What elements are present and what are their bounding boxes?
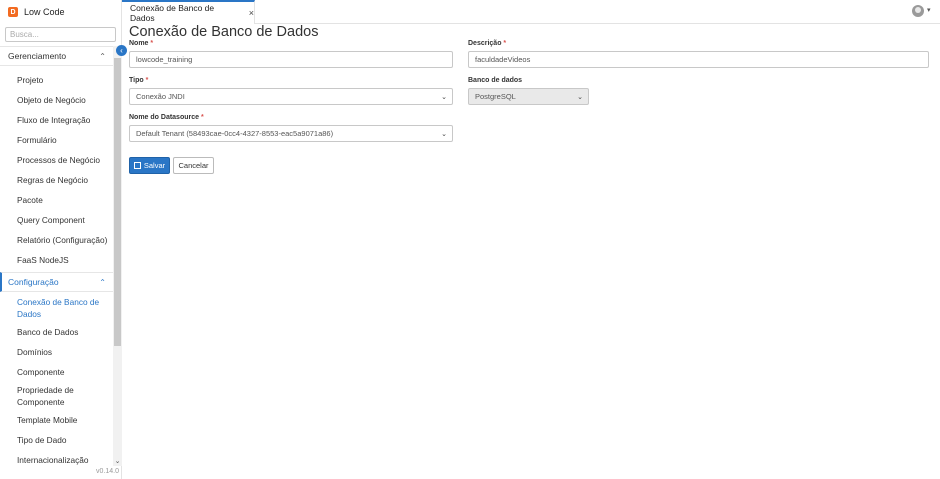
cancel-button[interactable]: Cancelar [173,157,214,174]
save-label: Salvar [143,161,166,170]
datasource-label: Nome do Datasource * [129,114,204,121]
tab-conexao-de-banco-de-dados[interactable]: Conexão de Banco de Dados × [122,0,255,24]
descricao-value: faculdadeVideos [475,55,531,64]
sidebar-item-relatorio[interactable]: Relatório (Configuração) [0,230,113,250]
scroll-down-icon[interactable]: ⌄ [113,457,122,465]
tipo-label-text: Tipo [129,77,144,84]
required-mark: * [503,40,507,47]
sidebar-item-formulario[interactable]: Formulário [0,130,113,150]
save-button[interactable]: Salvar [129,157,170,174]
tipo-label: Tipo * [129,77,148,84]
brand[interactable]: D Low Code [8,5,65,19]
close-icon[interactable]: × [249,8,254,18]
page-title: Conexão de Banco de Dados [129,24,319,40]
tab-bar: Conexão de Banco de Dados × [122,0,940,24]
nome-value: lowcode_training [136,55,193,64]
sidebar-item-componente[interactable]: Componente [0,362,113,382]
chevron-up-icon: ⌃ [99,277,106,287]
sidebar-item-projeto[interactable]: Projeto [0,70,113,90]
sidebar-item-propriedade-de-componente[interactable]: Propriedade de Componente [0,382,113,410]
sidebar-section-label: Gerenciamento [8,51,67,61]
descricao-input[interactable]: faculdadeVideos [468,51,929,68]
sidebar-item-internacionalizacao[interactable]: Internacionalização [0,450,113,470]
tab-label: Conexão de Banco de Dados [130,3,215,23]
chevron-down-icon: ⌄ [577,94,583,101]
sidebar-item-tipo-de-dado[interactable]: Tipo de Dado [0,430,113,450]
descricao-label: Descrição * [468,40,506,47]
collapse-sidebar-button[interactable]: ‹ [116,45,127,56]
sidebar-item-processos-de-negocio[interactable]: Processos de Negócio [0,150,113,170]
search-input[interactable] [5,27,116,42]
tipo-value: Conexão JNDI [136,92,185,101]
banco-label-text: Banco de dados [468,77,523,84]
nome-label: Nome * [129,40,153,47]
sidebar-section-gerenciamento[interactable]: Gerenciamento ⌃ [0,46,113,66]
sidebar-item-banco-de-dados[interactable]: Banco de Dados [0,322,113,342]
nome-label-text: Nome [129,40,149,47]
sidebar-section-configuracao[interactable]: Configuração ⌃ [0,272,113,292]
app-version: v0.14.0 [96,468,119,475]
save-icon [133,162,141,169]
app-logo-icon: D [8,7,18,17]
cancel-label: Cancelar [178,161,209,170]
tipo-select[interactable]: Conexão JNDI ⌄ [129,88,453,105]
chevron-down-icon: ⌄ [441,131,447,138]
chevron-left-icon: ‹ [120,46,123,55]
sidebar-item-query-component[interactable]: Query Component [0,210,113,230]
app-name: Low Code [24,7,65,17]
datasource-value: Default Tenant (58493cae-0cc4-4327-8553-… [136,129,334,138]
sidebar-menu: Gerenciamento ⌃ Projeto Objeto de Negóci… [0,46,113,470]
sidebar-scrollbar-thumb[interactable] [114,58,121,346]
descricao-label-text: Descrição [468,40,502,47]
nome-input[interactable]: lowcode_training [129,51,453,68]
sidebar-item-faas-nodejs[interactable]: FaaS NodeJS [0,250,113,270]
datasource-label-text: Nome do Datasource [129,114,200,121]
sidebar-item-objeto-de-negocio[interactable]: Objeto de Negócio [0,90,113,110]
chevron-up-icon: ⌃ [99,51,106,61]
sidebar-item-fluxo-de-integracao[interactable]: Fluxo de Integração [0,110,113,130]
sidebar-item-regras-de-negocio[interactable]: Regras de Negócio [0,170,113,190]
required-mark: * [200,114,204,121]
chevron-down-icon: ⌄ [441,94,447,101]
banco-de-dados-label: Banco de dados [468,77,522,84]
sidebar-item-conexao-de-banco-de-dados[interactable]: Conexão de Banco de Dados [0,294,113,322]
sidebar-item-pacote[interactable]: Pacote [0,190,113,210]
required-mark: * [150,40,154,47]
datasource-select[interactable]: Default Tenant (58493cae-0cc4-4327-8553-… [129,125,453,142]
sidebar-item-template-mobile[interactable]: Template Mobile [0,410,113,430]
user-avatar-icon[interactable] [912,5,924,17]
banco-value: PostgreSQL [475,92,516,101]
sidebar: D Low Code Gerenciamento ⌃ Projeto Objet… [0,0,122,479]
chevron-down-icon[interactable]: ▾ [927,6,931,14]
banco-de-dados-select: PostgreSQL ⌄ [468,88,589,105]
required-mark: * [145,77,149,84]
sidebar-section-label: Configuração [8,277,59,287]
sidebar-item-dominios[interactable]: Domínios [0,342,113,362]
